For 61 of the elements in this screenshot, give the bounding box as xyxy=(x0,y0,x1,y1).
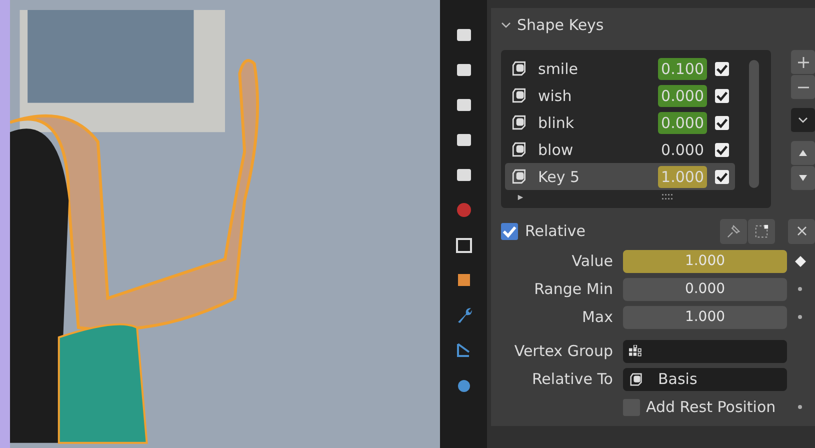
shape-key-name: wish xyxy=(538,86,573,104)
add-button[interactable] xyxy=(791,50,815,75)
shape-key-name: smile xyxy=(538,60,579,78)
field-label: Vertex Group xyxy=(513,342,614,360)
number-field[interactable]: 1.000 xyxy=(623,306,787,328)
expand-triangle-icon[interactable] xyxy=(517,194,524,200)
field-label: Range Min xyxy=(533,280,614,298)
relative-label: Relative xyxy=(525,222,586,240)
rest-position-label: Add Rest Position xyxy=(646,398,776,416)
vertex-group-icon xyxy=(629,344,642,358)
keyframe-dot-icon[interactable] xyxy=(798,315,802,319)
shape-key-row[interactable]: blow 0.000 xyxy=(505,136,735,163)
triangle-down-icon xyxy=(798,173,808,183)
field-label: Relative To xyxy=(530,370,614,388)
scrollbar[interactable] xyxy=(749,60,759,188)
field-label: Max xyxy=(580,308,614,326)
panel-title[interactable]: Shape Keys xyxy=(517,16,604,34)
shape-key-icon xyxy=(629,372,644,386)
triangle-up-icon xyxy=(798,148,808,158)
box-icon[interactable] xyxy=(454,235,474,255)
edit-mode-button[interactable] xyxy=(748,218,775,244)
vertex-group-field[interactable] xyxy=(623,340,787,362)
shape-key-row[interactable]: smile 0.100 xyxy=(505,55,735,82)
shape-key-row[interactable]: Key 5 1.000 xyxy=(505,163,735,190)
dashed-square-icon xyxy=(754,224,769,238)
resize-grip-icon[interactable] xyxy=(662,194,674,200)
shape-key-name: blink xyxy=(538,114,576,132)
checkbox[interactable] xyxy=(715,62,729,76)
shape-key-icon xyxy=(511,141,528,158)
checkbox[interactable] xyxy=(715,116,729,130)
shape-key-icon xyxy=(511,60,528,77)
pin-button[interactable] xyxy=(720,218,747,244)
checkbox[interactable] xyxy=(501,222,518,240)
dropdown-button[interactable] xyxy=(791,108,815,133)
close-icon xyxy=(796,226,806,236)
field-label: Value xyxy=(570,252,614,270)
checkbox[interactable] xyxy=(623,398,640,416)
keyframe-dot-icon[interactable] xyxy=(798,405,802,409)
chevron-icon[interactable] xyxy=(501,20,511,30)
keyframe-dot-icon[interactable] xyxy=(798,287,802,291)
remove-button[interactable] xyxy=(791,75,815,100)
plus-icon xyxy=(798,56,808,68)
shape-key-icon xyxy=(511,168,528,185)
number-field[interactable]: 0.000 xyxy=(623,278,787,300)
checkbox[interactable] xyxy=(715,170,729,184)
shape-key-icon xyxy=(511,114,528,131)
move-down-button[interactable] xyxy=(791,166,815,191)
shape-key-row[interactable]: blink 0.000 xyxy=(505,109,735,136)
checkbox[interactable] xyxy=(715,88,729,102)
checkbox[interactable] xyxy=(715,142,729,156)
shape-key-name: Key 5 xyxy=(538,168,581,186)
shape-key-value[interactable]: 0.000 xyxy=(658,138,707,160)
close-button[interactable] xyxy=(788,218,815,244)
shape-key-name: blow xyxy=(538,140,574,158)
pin-icon xyxy=(726,224,741,238)
shape-key-icon xyxy=(511,87,528,104)
relative-to-field[interactable]: Basis xyxy=(623,368,787,390)
shape-key-row[interactable]: wish 0.000 xyxy=(505,82,735,109)
chevron-down-icon xyxy=(798,115,808,125)
move-up-button[interactable] xyxy=(791,141,815,166)
keyframe-diamond-icon[interactable] xyxy=(794,256,806,266)
